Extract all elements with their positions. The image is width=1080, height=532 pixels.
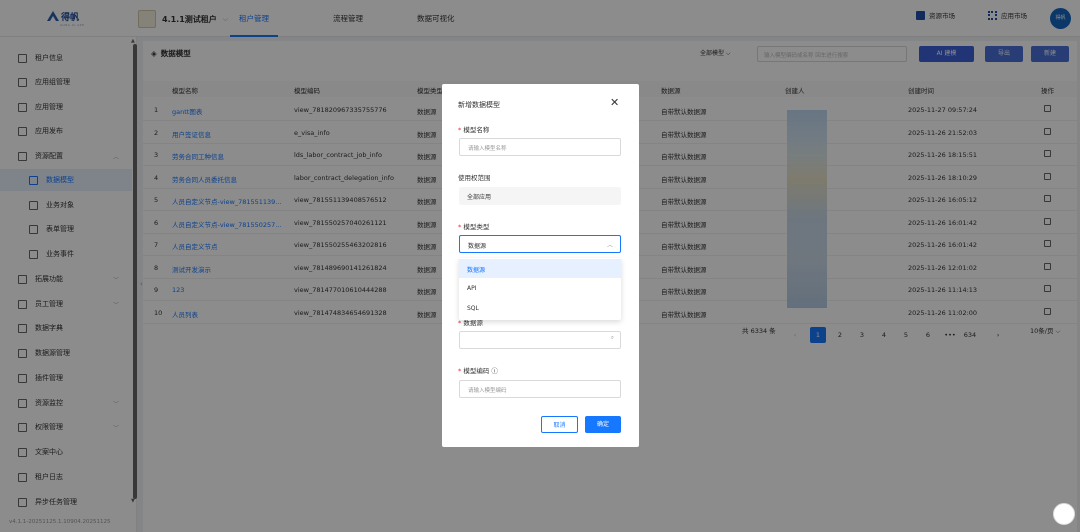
dropdown-option-datasource[interactable]: 数据源 <box>459 259 621 278</box>
chevron-up-icon: ︿ <box>606 242 613 249</box>
model-name-input[interactable]: 请输入模型名称 <box>459 138 621 156</box>
dropdown-option-api[interactable]: API <box>459 279 621 298</box>
help-icon[interactable]: ⓘ <box>491 367 498 375</box>
model-code-label-text: 模型编码 <box>463 367 490 375</box>
close-icon[interactable]: ✕ <box>610 96 619 109</box>
confirm-button[interactable]: 确定 <box>585 416 621 433</box>
cancel-button[interactable]: 取消 <box>541 416 578 433</box>
dropdown-option-sql[interactable]: SQL <box>459 299 621 318</box>
model-type-dropdown: 数据源 API SQL <box>459 258 621 320</box>
dialog-title: 新增数据模型 <box>458 101 500 109</box>
floating-assistant-button[interactable] <box>1053 503 1075 525</box>
search-icon: ⌕ <box>610 335 614 341</box>
model-code-label: * 模型编码 ⓘ <box>458 367 498 375</box>
model-name-label-text: 模型名称 <box>463 126 490 134</box>
model-type-label: * 模型类型 <box>458 223 490 231</box>
model-type-select[interactable]: 数据源 ︿ <box>459 235 621 253</box>
scope-label: 使用权范围 <box>458 174 491 182</box>
model-type-value: 数据源 <box>468 243 487 250</box>
model-type-label-text: 模型类型 <box>463 223 490 231</box>
model-name-label: * 模型名称 <box>458 126 490 134</box>
model-code-input[interactable]: 请输入模型编码 <box>459 380 621 398</box>
scope-value: 全部应用 <box>459 187 621 205</box>
datasource-select[interactable]: ⌕ <box>459 331 621 349</box>
datasource-label-text: 数据源 <box>463 319 483 327</box>
